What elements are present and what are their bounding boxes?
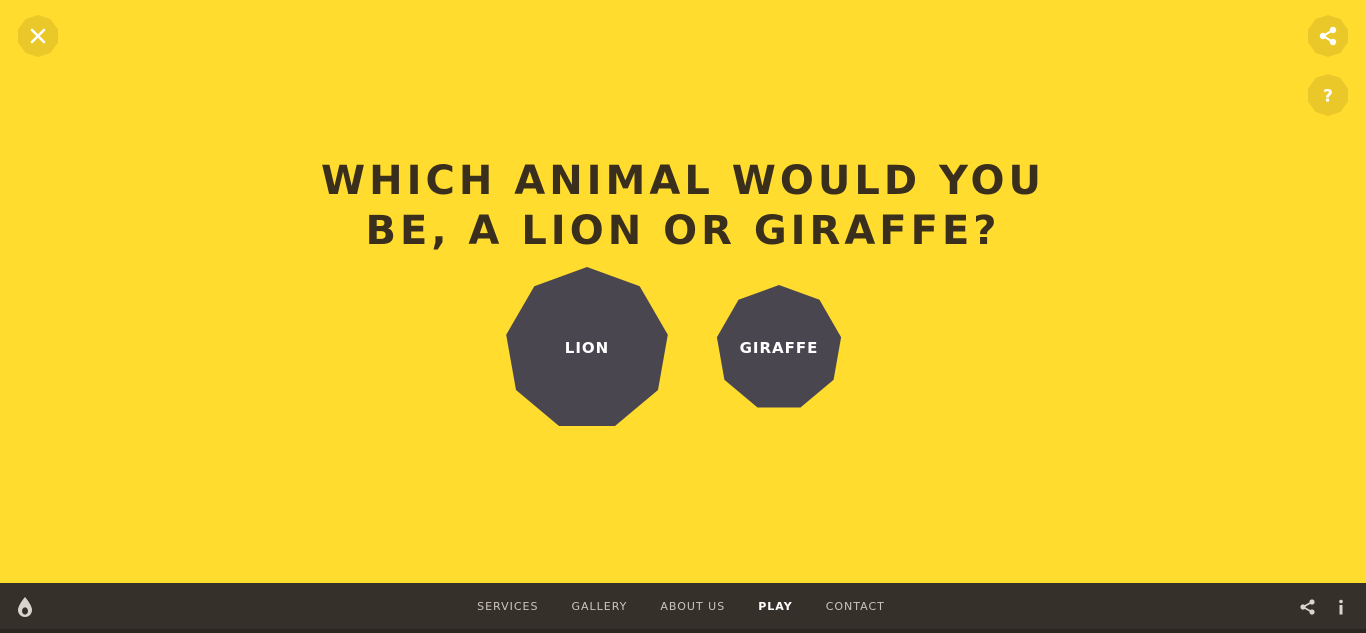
svg-text:?: ? bbox=[1323, 87, 1333, 107]
choice-giraffe-button[interactable]: GIRAFFE bbox=[716, 285, 842, 410]
nav-play[interactable]: PLAY bbox=[758, 600, 793, 613]
footer-share-button[interactable] bbox=[1299, 598, 1317, 616]
info-icon bbox=[1339, 599, 1343, 615]
question-line-1: WHICH ANIMAL WOULD YOU bbox=[321, 158, 1045, 204]
footer-info-button[interactable] bbox=[1332, 598, 1350, 616]
question-heading: WHICH ANIMAL WOULD YOU BE, A LION OR GIR… bbox=[283, 156, 1083, 256]
choice-giraffe-label: GIRAFFE bbox=[739, 338, 819, 357]
nav-gallery[interactable]: GALLERY bbox=[571, 600, 627, 613]
close-button[interactable] bbox=[17, 15, 59, 57]
share-icon bbox=[1308, 15, 1348, 57]
help-button[interactable]: ? bbox=[1307, 74, 1349, 116]
footer-bar: SERVICES GALLERY ABOUT US PLAY CONTACT bbox=[0, 583, 1366, 633]
nav-services[interactable]: SERVICES bbox=[477, 600, 538, 613]
footer-nav: SERVICES GALLERY ABOUT US PLAY CONTACT bbox=[0, 583, 1366, 629]
share-icon bbox=[1300, 599, 1315, 615]
choice-lion-label: LION bbox=[564, 339, 610, 357]
nav-about-us[interactable]: ABOUT US bbox=[660, 600, 725, 613]
question-line-2: BE, A LION OR GIRAFFE? bbox=[365, 208, 1001, 254]
choice-lion-button[interactable]: LION bbox=[505, 267, 669, 429]
help-icon: ? bbox=[1308, 74, 1348, 116]
share-button[interactable] bbox=[1307, 15, 1349, 57]
nav-contact[interactable]: CONTACT bbox=[826, 600, 885, 613]
close-icon bbox=[18, 15, 58, 57]
quiz-stage: ? WHICH ANIMAL WOULD YOU BE, A LION OR G… bbox=[0, 0, 1366, 583]
